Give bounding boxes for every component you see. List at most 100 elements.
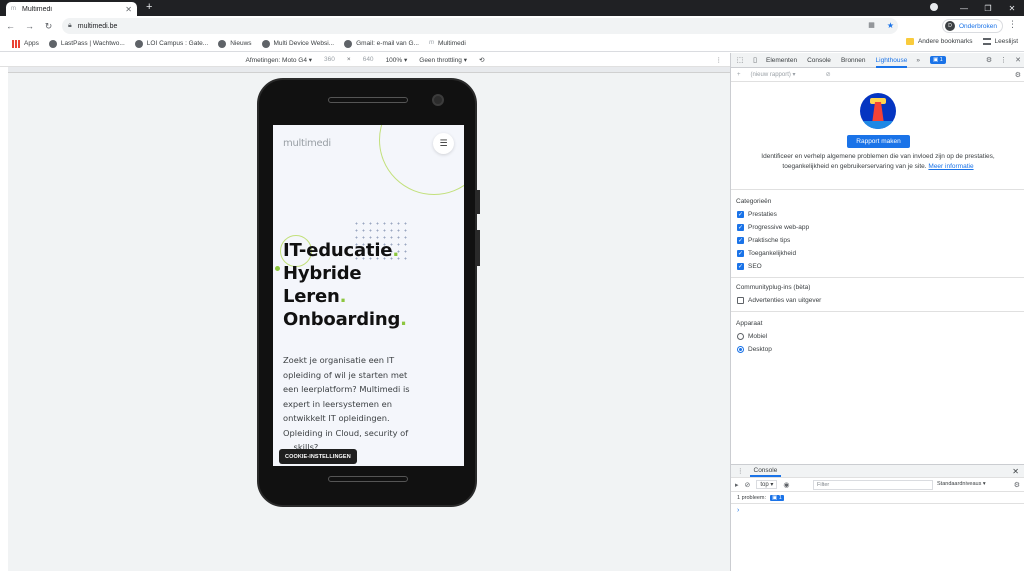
decorative-green-dot xyxy=(275,266,280,271)
zoom-select[interactable]: 100% ▾ xyxy=(386,56,408,64)
url-input[interactable]: 🔒︎ multimedi.be ▦ ★ xyxy=(62,18,898,34)
reload-icon[interactable]: ↻ xyxy=(40,21,57,32)
restore-icon[interactable]: ❐ xyxy=(976,4,1000,13)
hamburger-menu-icon[interactable]: ☰ xyxy=(433,133,454,154)
generate-report-button[interactable]: Rapport maken xyxy=(847,135,910,148)
lighthouse-description: Identificeer en verhelp algemene problem… xyxy=(751,152,1005,171)
learn-more-link[interactable]: Meer informatie xyxy=(928,163,973,170)
reading-list[interactable]: Leeslijst xyxy=(982,38,1018,45)
sidebar-toggle-icon[interactable]: ▸ xyxy=(735,481,739,489)
reading-list-icon xyxy=(982,38,991,45)
new-tab-icon[interactable]: + xyxy=(146,1,152,13)
device-desktop-option[interactable]: Desktop xyxy=(737,346,772,353)
issues-badge[interactable]: ▣ 1 xyxy=(929,56,946,64)
radio-selected[interactable] xyxy=(737,346,744,353)
minimize-icon[interactable]: — xyxy=(952,4,976,13)
bookmark-nieuws[interactable]: Nieuws xyxy=(218,39,252,48)
other-bookmarks[interactable]: Andere bookmarks xyxy=(905,38,973,45)
log-levels-select[interactable]: Standaardniveaus ▾ xyxy=(937,481,986,487)
category-accessibility[interactable]: ✓ Toegankelijkheid xyxy=(737,250,796,257)
bookmark-gmail[interactable]: Gmail: e-mail van G... xyxy=(344,39,419,48)
bookmark-label: Gmail: e-mail van G... xyxy=(356,40,419,47)
rotate-icon[interactable]: ⟲ xyxy=(479,56,484,64)
lighthouse-settings-icon[interactable]: ⚙ xyxy=(1015,71,1021,79)
cookie-settings-button[interactable]: COOKIE-INSTELLINGEN xyxy=(279,449,357,464)
bookmark-loi-campus[interactable]: LOI Campus : Gate... xyxy=(134,39,208,48)
tab-title: Multimedi xyxy=(22,5,52,13)
category-seo[interactable]: ✓ SEO xyxy=(737,263,762,270)
drawer-tab-console[interactable]: Console xyxy=(749,465,782,477)
inspect-element-icon[interactable]: ⬚ xyxy=(734,56,746,64)
checkbox-unchecked[interactable] xyxy=(737,297,744,304)
new-report-icon[interactable]: + xyxy=(737,72,741,78)
category-best-practices[interactable]: ✓ Praktische tips xyxy=(737,237,790,244)
phone-frame: multimedi ☰ IT-educatie. Hybride Leren. … xyxy=(257,78,480,507)
close-window-icon[interactable]: ✕ xyxy=(1000,4,1024,13)
bookmark-multimedi[interactable]: m Multimedi xyxy=(429,40,466,48)
category-prestaties[interactable]: ✓ Prestaties xyxy=(737,211,777,218)
live-expression-eye-icon[interactable]: ◉ xyxy=(783,481,789,489)
bookmark-label: Apps xyxy=(24,40,39,47)
clear-console-icon[interactable]: ⊘ xyxy=(745,481,751,489)
radio-unselected[interactable] xyxy=(737,333,744,340)
forward-icon[interactable]: → xyxy=(21,21,38,31)
close-tab-icon[interactable]: ✕ xyxy=(125,5,132,14)
device-mobile-option[interactable]: Mobiel xyxy=(737,333,767,340)
browser-menu-icon[interactable]: ⋮ xyxy=(1008,19,1017,30)
close-devtools-icon[interactable]: ✕ xyxy=(1015,56,1021,64)
plugin-publisher-ads[interactable]: Advertenties van uitgever xyxy=(737,297,821,304)
bookmark-label: Nieuws xyxy=(230,40,252,47)
category-label: Toegankelijkheid xyxy=(748,250,797,257)
bookmark-star-icon[interactable]: ★ xyxy=(887,21,894,30)
extension-icon[interactable] xyxy=(928,3,952,13)
device-toggle-icon[interactable]: ▯ xyxy=(749,56,761,64)
profile-button[interactable]: D Onderbroken xyxy=(942,19,1003,33)
width-input[interactable]: 360 xyxy=(324,56,335,63)
bookmark-multi-device[interactable]: Multi Device Websi... xyxy=(261,39,334,48)
tab-elements[interactable]: Elementen xyxy=(766,57,797,64)
media-query-ruler[interactable] xyxy=(8,67,730,73)
plugin-label: Advertenties van uitgever xyxy=(748,297,822,304)
console-filter-input[interactable]: Filter xyxy=(813,480,933,490)
height-input[interactable]: 640 xyxy=(363,56,374,63)
context-select[interactable]: top ▾ xyxy=(756,480,778,489)
drawer-menu-icon[interactable]: ⋮ xyxy=(737,467,744,475)
checkbox-checked[interactable]: ✓ xyxy=(737,224,744,231)
category-label: Praktische tips xyxy=(748,237,791,244)
category-label: Prestaties xyxy=(748,211,777,218)
console-prompt[interactable]: › xyxy=(731,504,1024,517)
bookmark-apps[interactable]: Apps xyxy=(12,39,39,48)
report-select[interactable]: (nieuw rapport) ▾ xyxy=(751,71,796,78)
back-icon[interactable]: ← xyxy=(2,21,19,31)
tab-console[interactable]: Console xyxy=(807,57,831,64)
category-pwa[interactable]: ✓ Progressive web-app xyxy=(737,224,809,231)
bookmark-lastpass[interactable]: LastPass | Wachtwo... xyxy=(48,39,125,48)
issues-count-badge[interactable]: ▣ 1 xyxy=(770,494,784,501)
checkbox-checked[interactable]: ✓ xyxy=(737,211,744,218)
throttling-select[interactable]: Geen throttling ▾ xyxy=(419,56,467,64)
divider xyxy=(731,277,1024,278)
tab-sources[interactable]: Bronnen xyxy=(841,57,866,64)
close-drawer-icon[interactable]: ✕ xyxy=(1012,467,1019,476)
qr-code-icon[interactable]: ▦ xyxy=(868,21,875,30)
settings-gear-icon[interactable]: ⚙ xyxy=(986,56,992,64)
clear-reports-icon[interactable]: ⊘ xyxy=(826,71,831,78)
browser-tab[interactable]: m Multimedi ✕ xyxy=(6,2,137,16)
report-select-label: (nieuw rapport) xyxy=(750,72,791,78)
device-toolbar-menu-icon[interactable]: ⋮ xyxy=(716,56,723,64)
more-tabs-icon[interactable]: » xyxy=(916,57,920,64)
checkbox-checked[interactable]: ✓ xyxy=(737,250,744,257)
console-toolbar: ▸ ⊘ top ▾ ◉ Filter Standaardniveaus ▾ ⚙ xyxy=(731,478,1024,492)
devtools-menu-icon[interactable]: ⋮ xyxy=(1000,56,1007,64)
tab-lighthouse[interactable]: Lighthouse xyxy=(875,57,908,68)
checkbox-checked[interactable]: ✓ xyxy=(737,263,744,270)
site-logo[interactable]: multimedi xyxy=(283,138,331,149)
console-settings-icon[interactable]: ⚙ xyxy=(1014,481,1020,489)
device-select[interactable]: Afmetingen: Moto G4 ▾ xyxy=(246,56,313,64)
console-issues-bar[interactable]: 1 probleem: ▣ 1 xyxy=(731,492,1024,504)
zoom-label: 100% xyxy=(385,56,403,64)
lock-icon[interactable]: 🔒︎ xyxy=(68,22,72,30)
device-label: Afmetingen: Moto G4 xyxy=(245,56,307,64)
browser-titlebar: m Multimedi ✕ + — ❐ ✕ xyxy=(0,0,1024,16)
checkbox-checked[interactable]: ✓ xyxy=(737,237,744,244)
